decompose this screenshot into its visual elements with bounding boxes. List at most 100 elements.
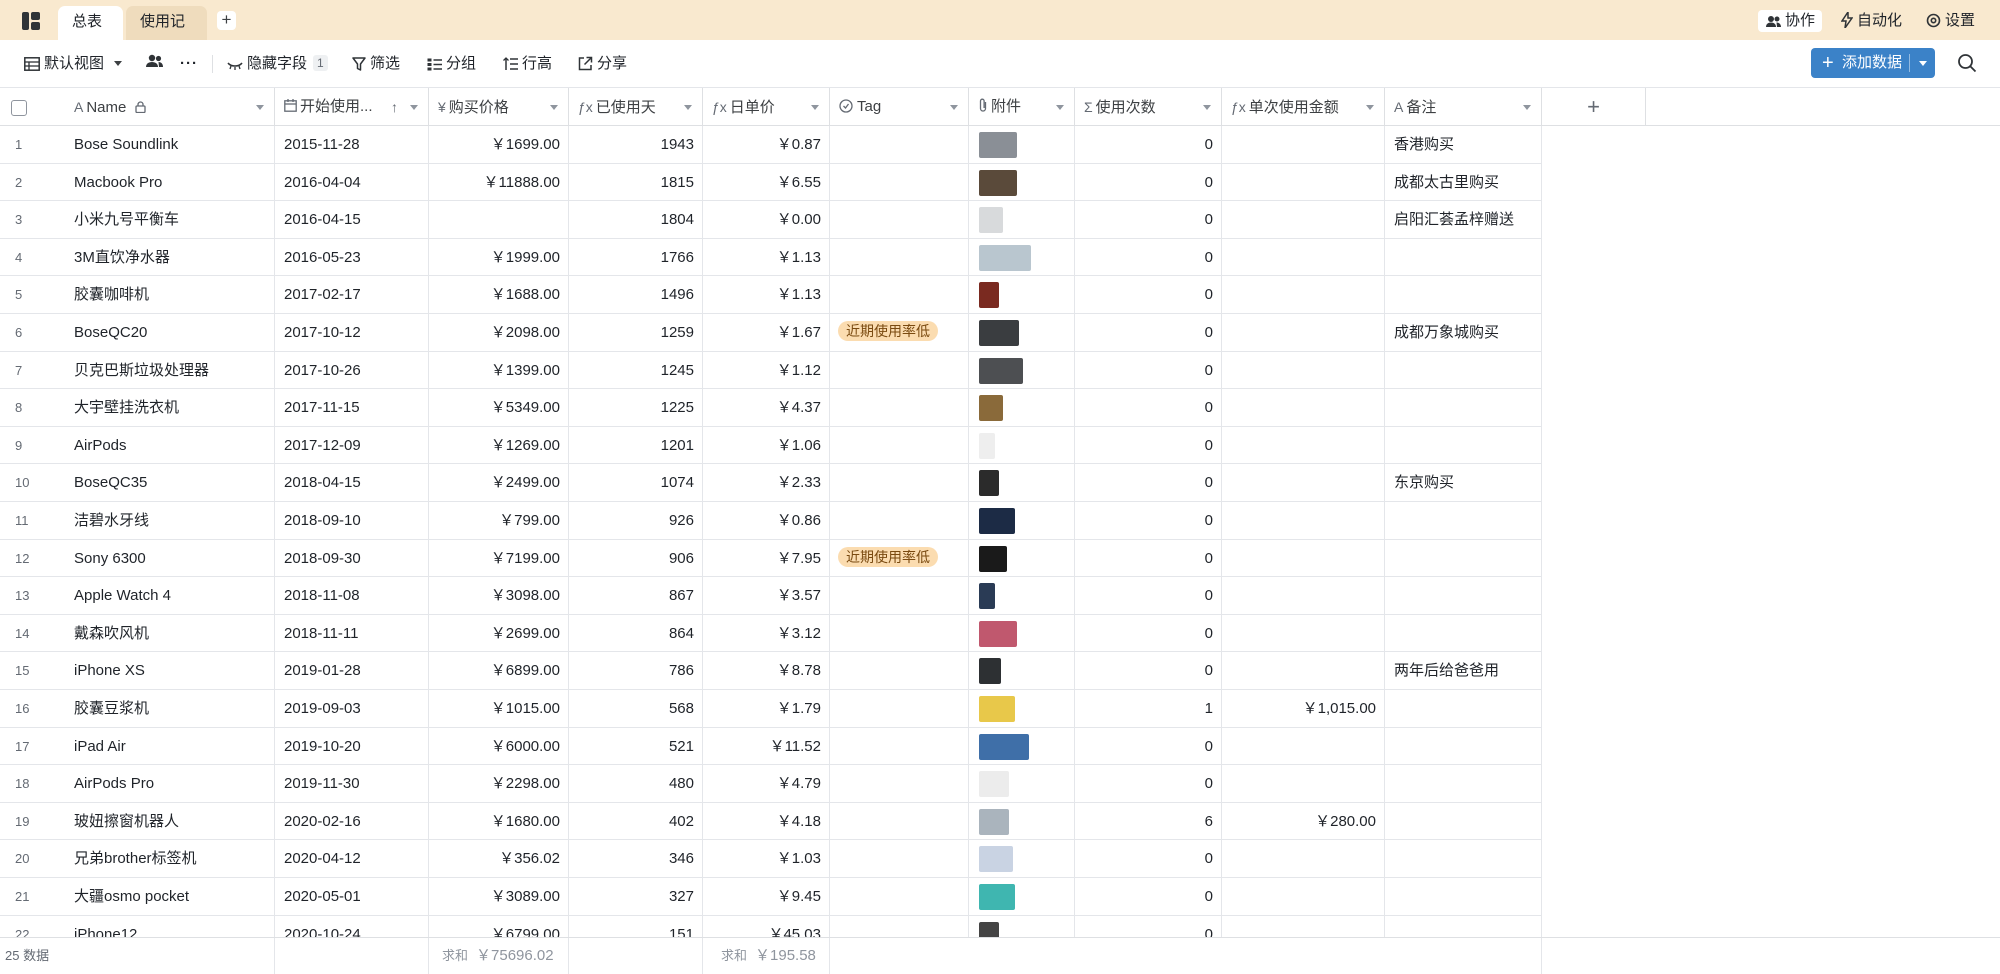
table-row[interactable]: 15 iPhone XS 2019-01-28 ￥6899.00 786 ￥8.78 0 两年… [0,652,1542,690]
cell-per-use[interactable] [1222,314,1385,352]
cell-note[interactable]: 东京购买 [1385,464,1542,502]
attachment-thumbnail[interactable] [979,508,1015,534]
attachment-thumbnail[interactable] [979,132,1017,158]
cell-attachment[interactable] [969,614,1075,653]
column-header-price[interactable]: ¥ 购买价格 [429,88,569,126]
cell-per-use[interactable] [1222,426,1385,465]
cell-use-count[interactable]: 0 [1075,351,1222,390]
table-row[interactable]: 13 Apple Watch 4 2018-11-08 ￥3098.00 867 ￥3.5… [0,577,1542,615]
cell-name[interactable]: 胶囊豆浆机 [65,690,275,728]
cell-days-used[interactable]: 151 [569,915,703,937]
app-menu-icon[interactable] [22,12,40,30]
chevron-down-icon[interactable] [1366,105,1374,110]
cell-note[interactable] [1385,389,1542,427]
cell-use-count[interactable]: 0 [1075,314,1222,352]
cell-per-use[interactable] [1222,840,1385,878]
search-icon[interactable] [1957,53,1979,75]
cell-start-date[interactable]: 2016-04-04 [275,163,429,202]
cell-days-used[interactable]: 906 [569,539,703,578]
members-button[interactable] [146,53,163,75]
cell-use-count[interactable]: 6 [1075,802,1222,841]
cell-use-count[interactable]: 0 [1075,389,1222,427]
cell-daily-price[interactable]: ￥6.55 [703,163,830,202]
cell-start-date[interactable]: 2017-02-17 [275,276,429,314]
cell-attachment[interactable] [969,389,1075,427]
column-header-daily-price[interactable]: ƒx 日单价 [703,88,830,126]
cell-name[interactable]: 戴森吹风机 [65,614,275,653]
chevron-down-icon[interactable] [256,105,264,110]
attachment-thumbnail[interactable] [979,169,1017,196]
cell-start-date[interactable]: 2019-10-20 [275,727,429,766]
cell-tag[interactable] [830,802,969,841]
add-record-button[interactable]: + 添加数据 [1811,48,1935,78]
cell-price[interactable]: ￥1015.00 [429,690,569,728]
cell-tag[interactable] [830,765,969,803]
cell-daily-price[interactable]: ￥1.12 [703,351,830,390]
cell-price[interactable]: ￥1999.00 [429,238,569,277]
cell-daily-price[interactable]: ￥1.13 [703,276,830,314]
cell-start-date[interactable]: 2019-01-28 [275,652,429,690]
cell-days-used[interactable]: 1245 [569,351,703,390]
cell-per-use[interactable] [1222,126,1385,164]
cell-use-count[interactable]: 0 [1075,577,1222,615]
cell-days-used[interactable]: 521 [569,727,703,766]
cell-use-count[interactable]: 0 [1075,915,1222,937]
cell-per-use[interactable] [1222,238,1385,277]
cell-name[interactable]: 玻妞擦窗机器人 [65,802,275,841]
cell-use-count[interactable]: 0 [1075,126,1222,164]
cell-attachment[interactable] [969,276,1075,314]
cell-note[interactable]: 成都万象城购买 [1385,314,1542,352]
cell-price[interactable] [429,201,569,239]
table-row[interactable]: 11 洁碧水牙线 2018-09-10 ￥799.00 926 ￥0.86 0 [0,502,1542,540]
cell-tag[interactable] [830,878,969,916]
cell-start-date[interactable]: 2015-11-28 [275,126,429,164]
tab-main-table[interactable]: 总表 [58,6,123,56]
cell-tag[interactable] [830,690,969,728]
cell-tag[interactable] [830,502,969,540]
cell-start-date[interactable]: 2019-09-03 [275,690,429,728]
cell-name[interactable]: 洁碧水牙线 [65,502,275,540]
table-row[interactable]: 17 iPad Air 2019-10-20 ￥6000.00 521 ￥11.52 0 [0,727,1542,766]
cell-note[interactable]: 香港购买 [1385,126,1542,164]
table-row[interactable]: 14 戴森吹风机 2018-11-11 ￥2699.00 864 ￥3.12 0 [0,614,1542,653]
cell-start-date[interactable]: 2017-11-15 [275,389,429,427]
cell-price[interactable]: ￥2098.00 [429,314,569,352]
table-row[interactable]: 5 胶囊咖啡机 2017-02-17 ￥1688.00 1496 ￥1.13 0 [0,276,1542,314]
cell-per-use[interactable] [1222,652,1385,690]
cell-start-date[interactable]: 2018-09-10 [275,502,429,540]
cell-name[interactable]: BoseQC20 [65,314,275,352]
cell-per-use[interactable]: ￥280.00 [1222,802,1385,841]
cell-attachment[interactable] [969,464,1075,502]
select-all-checkbox[interactable] [11,100,27,116]
cell-attachment[interactable] [969,351,1075,390]
cell-start-date[interactable]: 2020-10-24 [275,915,429,937]
chevron-down-icon[interactable] [684,105,692,110]
cell-start-date[interactable]: 2016-04-15 [275,201,429,239]
cell-price[interactable]: ￥6899.00 [429,652,569,690]
cell-use-count[interactable]: 0 [1075,652,1222,690]
table-row[interactable]: 12 Sony 6300 2018-09-30 ￥7199.00 906 ￥7.95 近期使… [0,539,1542,578]
cell-name[interactable]: AirPods Pro [65,765,275,803]
cell-days-used[interactable]: 568 [569,690,703,728]
cell-tag[interactable] [830,727,969,766]
cell-daily-price[interactable]: ￥0.00 [703,201,830,239]
cell-name[interactable]: BoseQC35 [65,464,275,502]
cell-daily-price[interactable]: ￥1.67 [703,314,830,352]
cell-days-used[interactable]: 1074 [569,464,703,502]
cell-price[interactable]: ￥3098.00 [429,577,569,615]
cell-note[interactable] [1385,802,1542,841]
table-row[interactable]: 7 贝克巴斯垃圾处理器 2017-10-26 ￥1399.00 1245 ￥1.12 0 [0,351,1542,390]
cell-daily-price[interactable]: ￥1.03 [703,840,830,878]
column-header-days-used[interactable]: ƒx 已使用天 [569,88,703,126]
chevron-down-icon[interactable] [410,105,418,110]
cell-name[interactable]: 兄弟brother标签机 [65,840,275,878]
cell-name[interactable]: iPad Air [65,727,275,766]
cell-attachment[interactable] [969,915,1075,937]
cell-use-count[interactable]: 0 [1075,539,1222,578]
collaborate-button[interactable]: 协作 [1758,10,1822,32]
cell-start-date[interactable]: 2016-05-23 [275,238,429,277]
cell-note[interactable] [1385,915,1542,937]
cell-price[interactable]: ￥356.02 [429,840,569,878]
cell-note[interactable] [1385,690,1542,728]
cell-start-date[interactable]: 2020-02-16 [275,802,429,841]
